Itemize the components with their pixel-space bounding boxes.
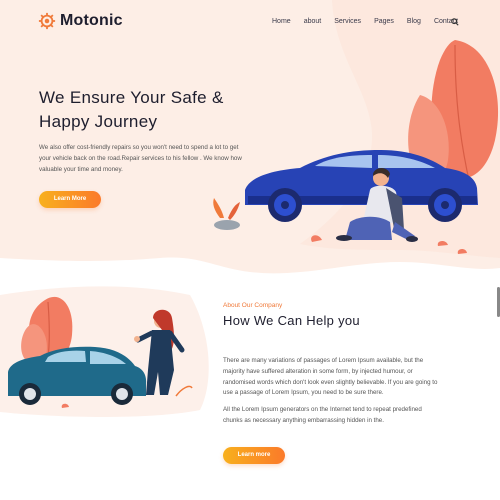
gear-icon [38,12,56,30]
about-learn-more-button[interactable]: Learn more [223,447,285,464]
main-nav: Home about Services Pages Blog Contact [272,18,471,25]
hero-title-line1: We Ensure Your Safe & [39,88,224,107]
about-paragraph-1: There are many variations of passages of… [223,357,438,397]
nav-item-blog[interactable]: Blog [407,18,421,25]
nav-item-home[interactable]: Home [272,18,291,25]
about-eyebrow: About Our Company [223,302,283,309]
search-icon[interactable] [451,18,459,26]
about-title: How We Can Help you [223,313,360,328]
nav-item-services[interactable]: Services [334,18,361,25]
nav-item-pages[interactable]: Pages [374,18,394,25]
brand-name: Motonic [60,12,123,29]
hero-title-line2: Happy Journey [39,112,158,131]
hero-illustration [213,40,499,254]
hero-learn-more-button[interactable]: Learn More [39,191,101,208]
about-illustration [8,296,193,408]
plant-illustration [213,198,240,230]
nav-item-about[interactable]: about [304,18,322,25]
about-paragraph-2: All the Lorem Ipsum generators on the In… [223,406,422,424]
brand-logo[interactable]: Motonic [38,12,123,30]
